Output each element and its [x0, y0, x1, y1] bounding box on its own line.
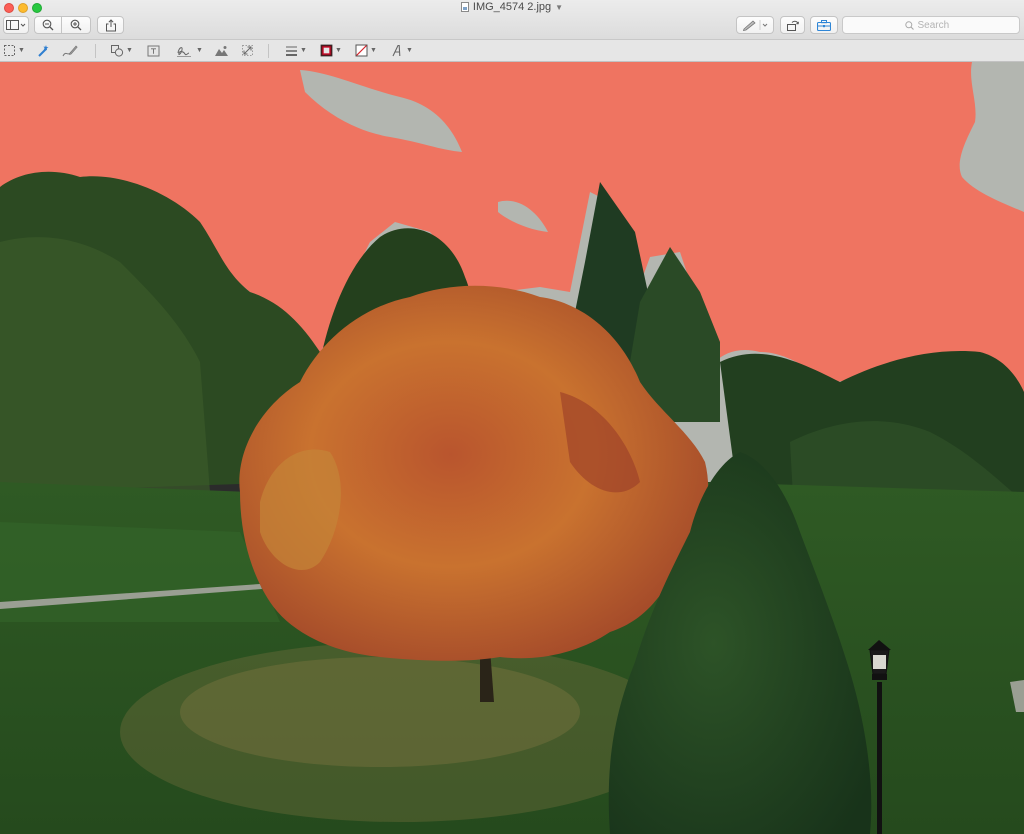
markup-toolbar: ▼ ▼ ▼ ▼ ▼ ▼ ▼ — [0, 40, 1024, 62]
chevron-down-icon: ▼ — [18, 47, 25, 54]
pen-icon — [742, 20, 768, 31]
title-toolbar: IMG_4574 2.jpg ▼ — [0, 0, 1024, 40]
font-icon — [392, 44, 401, 57]
share-button[interactable] — [97, 16, 124, 34]
instant-alpha-tool[interactable] — [36, 43, 50, 58]
zoom-in-button[interactable] — [61, 16, 91, 34]
lamp-glass — [873, 655, 886, 669]
photo-autumn-park — [0, 62, 1024, 834]
minimize-window-button[interactable] — [18, 3, 28, 13]
magic-wand-icon — [38, 44, 49, 57]
chevron-down-icon: ▼ — [335, 47, 342, 54]
leaf-litter — [180, 657, 580, 767]
sign-tool[interactable]: ▼ — [176, 43, 203, 58]
search-icon — [904, 20, 914, 30]
zoom-in-icon — [70, 19, 82, 31]
text-box-icon — [147, 45, 160, 56]
shapes-tool[interactable]: ▼ — [110, 43, 133, 58]
jpeg-file-icon — [460, 2, 469, 12]
image-canvas[interactable] — [0, 62, 1024, 834]
lamp-base — [872, 674, 887, 680]
text-style-tool[interactable]: ▼ — [391, 43, 413, 58]
adjust-color-tool[interactable] — [214, 43, 229, 58]
fill-color-tool[interactable]: ▼ — [355, 43, 377, 58]
sketch-icon — [62, 45, 78, 56]
border-color-icon — [320, 44, 333, 57]
search-input[interactable] — [917, 19, 958, 31]
zoom-out-button[interactable] — [34, 16, 62, 34]
lamp-post — [877, 682, 882, 834]
chevron-down-icon: ▼ — [300, 47, 307, 54]
signature-icon — [177, 46, 191, 57]
chevron-down-icon: ▼ — [126, 47, 133, 54]
window-title-area: IMG_4574 2.jpg ▼ — [0, 0, 1024, 14]
chevron-down-icon: ▼ — [196, 47, 203, 54]
fill-color-icon — [355, 44, 368, 57]
window-title-button[interactable]: IMG_4574 2.jpg ▼ — [460, 1, 564, 13]
close-window-button[interactable] — [4, 3, 14, 13]
sidebar-view-menu-button[interactable] — [3, 16, 29, 34]
lines-icon — [286, 46, 297, 56]
toolbar-divider — [268, 44, 269, 58]
lawn-light-patch — [0, 522, 280, 622]
resize-icon — [242, 45, 253, 56]
window-title: IMG_4574 2.jpg — [472, 1, 552, 13]
rectangular-selection-tool[interactable]: ▼ — [3, 43, 25, 58]
toolbar-divider — [95, 44, 96, 58]
chevron-down-icon: ▼ — [406, 47, 413, 54]
search-field[interactable] — [842, 16, 1020, 34]
share-icon — [105, 18, 116, 31]
zoom-out-icon — [42, 19, 54, 31]
toolbox-icon — [817, 19, 831, 31]
markup-pen-button[interactable] — [736, 16, 774, 34]
shapes-icon — [111, 45, 124, 57]
adjust-color-icon — [215, 45, 228, 56]
adjust-size-tool[interactable] — [241, 43, 254, 58]
border-color-tool[interactable]: ▼ — [320, 43, 342, 58]
sidebar-icon — [6, 20, 26, 30]
preview-window: IMG_4574 2.jpg ▼ Search ▼ ▼ ▼ ▼ ▼ ▼ ▼ — [0, 0, 1024, 834]
rotate-button[interactable] — [780, 16, 805, 34]
shape-style-tool[interactable]: ▼ — [285, 43, 307, 58]
dashed-selection-icon — [4, 45, 15, 56]
rotate-icon — [786, 20, 799, 31]
show-markup-toolbar-button[interactable] — [810, 16, 838, 34]
zoom-window-button[interactable] — [32, 3, 42, 13]
sketch-tool[interactable] — [62, 43, 78, 58]
title-chevron-down-icon: ▼ — [555, 2, 564, 12]
text-tool[interactable] — [147, 43, 160, 58]
chevron-down-icon: ▼ — [370, 47, 377, 54]
